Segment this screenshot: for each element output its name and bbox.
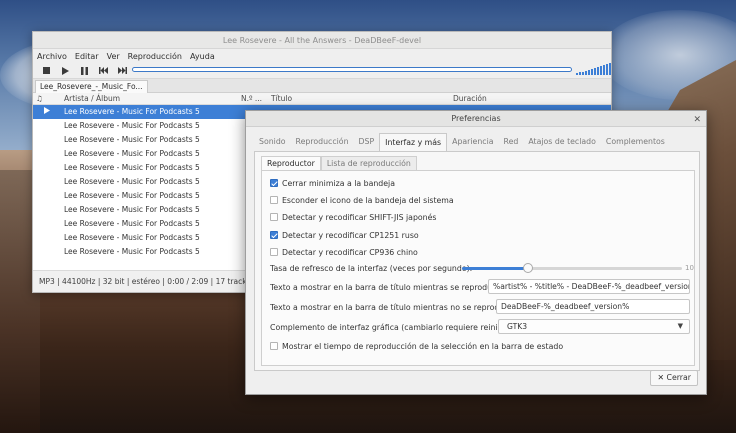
playlist-tabs: Lee_Rosevere_-_Music_Fo... (33, 79, 611, 93)
tab-hotkeys[interactable]: Atajos de teclado (523, 133, 601, 151)
refresh-rate-slider[interactable] (462, 263, 682, 273)
preferences-tabs: Sonido Reproducción DSP Interfaz y más A… (254, 133, 670, 151)
checkbox-minimize-tray[interactable]: Cerrar minimiza a la bandeja (270, 177, 395, 189)
tab-sound[interactable]: Sonido (254, 133, 291, 151)
refresh-rate-label: Tasa de refresco de la interfaz (veces p… (270, 264, 473, 273)
checkbox-cp1251[interactable]: Detectar y recodificar CP1251 ruso (270, 229, 419, 241)
checkbox-box (270, 179, 278, 187)
gui-plugin-label: Complemento de interfaz gráfica (cambiar… (270, 323, 518, 332)
tab-panel: Reproductor Lista de reproducción Cerrar… (254, 151, 700, 371)
menu-bar: Archivo Editar Ver Reproducción Ayuda (33, 49, 611, 63)
tab-plugins[interactable]: Complementos (601, 133, 670, 151)
checkbox-show-selection-time[interactable]: Mostrar el tiempo de reproducción de la … (270, 340, 563, 352)
close-icon: ✕ (657, 373, 665, 382)
checkbox-sjis[interactable]: Detectar y recodificar SHIFT-JIS japonés (270, 211, 436, 223)
playlist-tab[interactable]: Lee_Rosevere_-_Music_Fo... (35, 80, 148, 93)
checkbox-box (270, 213, 278, 221)
subtab-playlist[interactable]: Lista de reproducción (320, 156, 417, 170)
playing-icon (44, 105, 50, 119)
window-title: Lee Rosevere - All the Answers - DeaDBee… (33, 32, 611, 49)
menu-view[interactable]: Ver (107, 52, 120, 61)
previous-icon[interactable] (96, 65, 110, 77)
column-artist-album[interactable]: Artista / Álbum (64, 94, 120, 103)
title-stopped-field[interactable]: DeaDBeeF-%_deadbeef_version% (496, 299, 690, 314)
seek-bar[interactable] (132, 67, 572, 72)
tab-playback[interactable]: Reproducción (291, 133, 354, 151)
column-duration[interactable]: Duración (453, 94, 487, 103)
checkbox-box (270, 248, 278, 256)
preferences-dialog: Preferencias ✕ Sonido Reproducción DSP I… (245, 110, 707, 395)
column-header: ♫ Artista / Álbum N.º ... Título Duració… (33, 93, 611, 105)
chevron-down-icon: ▼ (677, 322, 683, 330)
column-title[interactable]: Título (271, 94, 292, 103)
tab-dsp[interactable]: DSP (354, 133, 380, 151)
close-icon[interactable]: ✕ (693, 112, 701, 128)
menu-edit[interactable]: Editar (75, 52, 99, 61)
tab-interface[interactable]: Interfaz y más (379, 133, 448, 151)
sub-tabs: Reproductor Lista de reproducción (261, 156, 417, 170)
music-note-icon[interactable]: ♫ (36, 94, 43, 103)
checkbox-cp936[interactable]: Detectar y recodificar CP936 chino (270, 246, 418, 258)
next-icon[interactable] (115, 65, 129, 77)
menu-playback[interactable]: Reproducción (128, 52, 182, 61)
title-playing-label: Texto a mostrar en la barra de título mi… (270, 283, 504, 292)
checkbox-hide-tray-icon[interactable]: Esconder el icono de la bandeja del sist… (270, 194, 454, 206)
tab-network[interactable]: Red (499, 133, 524, 151)
menu-help[interactable]: Ayuda (190, 52, 215, 61)
pause-icon[interactable] (77, 65, 91, 77)
stop-icon[interactable] (39, 65, 53, 77)
subtab-player[interactable]: Reproductor (261, 156, 321, 170)
close-button[interactable]: ✕ Cerrar (650, 370, 698, 386)
play-icon[interactable] (58, 65, 72, 77)
title-stopped-label: Texto a mostrar en la barra de título mi… (270, 303, 516, 312)
slider-handle[interactable] (523, 263, 533, 273)
refresh-rate-max: 10 (685, 264, 694, 272)
title-playing-field[interactable]: %artist% - %title% - DeaDBeeF-%_deadbeef… (488, 279, 690, 294)
gui-plugin-select[interactable]: GTK3 ▼ (498, 319, 690, 334)
tab-appearance[interactable]: Apariencia (447, 133, 498, 151)
checkbox-box (270, 196, 278, 204)
column-track-number[interactable]: N.º ... (241, 94, 262, 103)
menu-file[interactable]: Archivo (37, 52, 67, 61)
dialog-title: Preferencias ✕ (246, 111, 706, 127)
settings-panel: Cerrar minimiza a la bandeja Esconder el… (261, 170, 695, 366)
volume-bar[interactable] (576, 63, 612, 75)
checkbox-box (270, 342, 278, 350)
slider-fill (462, 267, 528, 270)
checkbox-box (270, 231, 278, 239)
